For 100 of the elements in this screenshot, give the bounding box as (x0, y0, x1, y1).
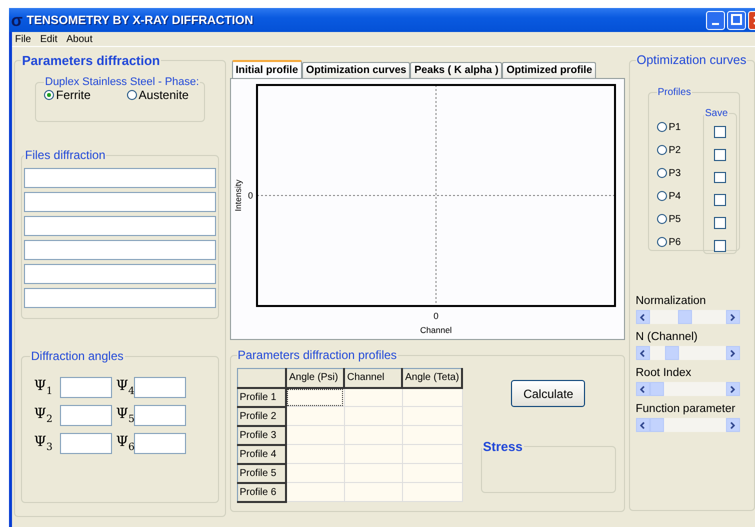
tab[interactable]: Optimization curves (302, 62, 410, 78)
table-cell[interactable] (286, 426, 344, 444)
slider-label: N (Channel) (636, 331, 699, 343)
file-path-field[interactable] (24, 216, 216, 236)
table-cell[interactable] (402, 426, 462, 444)
minimize-icon (712, 22, 719, 24)
table-cell[interactable] (344, 482, 402, 502)
maximize-icon (731, 14, 742, 24)
axis-tick-label: 0 (433, 311, 438, 321)
radio-button[interactable]: P6 (656, 235, 681, 249)
table-cell[interactable] (286, 444, 344, 464)
tab[interactable]: Peaks ( K alpha ) (410, 62, 502, 78)
file-path-field[interactable] (24, 288, 216, 308)
angle-field[interactable] (60, 433, 112, 454)
group-title: Duplex Stainless Steel - Phase: (44, 76, 200, 88)
angle-label: Ψ$_{5}$ (115, 406, 134, 425)
scroll-right-button[interactable] (726, 382, 740, 396)
angle-label: Ψ$_{4}$ (115, 378, 134, 397)
radio-button[interactable]: P1 (656, 120, 681, 134)
window-title: TENSOMETRY BY X-RAY DIFFRACTION (26, 13, 254, 27)
column-header: Channel (344, 368, 402, 388)
menu-item[interactable]: About (66, 34, 92, 44)
table-cell[interactable] (344, 464, 402, 482)
table-corner (237, 368, 286, 388)
slider-thumb[interactable] (650, 418, 664, 432)
table-cell[interactable] (286, 406, 344, 426)
angle-label: Ψ$_{1}$ (33, 378, 54, 397)
angle-label: Ψ$_{6}$ (115, 434, 134, 453)
radio-button[interactable]: P2 (656, 143, 681, 157)
axis-tick-label: 0 (248, 190, 253, 200)
file-path-field[interactable] (24, 192, 216, 212)
radio-button[interactable]: Ferrite (44, 88, 91, 102)
radio-button[interactable]: P4 (656, 189, 681, 203)
table-cell[interactable] (402, 464, 462, 482)
column-header: Angle (Teta) (402, 368, 462, 388)
scroll-right-button[interactable] (726, 418, 740, 432)
y-axis-label: Intensity (232, 180, 243, 212)
checkbox[interactable] (714, 126, 726, 138)
table-cell[interactable] (344, 426, 402, 444)
column-header: Angle (Psi) (286, 368, 344, 388)
group-title: Diffraction angles (30, 349, 124, 363)
chevron-right-icon (730, 314, 736, 320)
minimize-button[interactable] (706, 10, 725, 30)
table-cell[interactable] (286, 464, 344, 482)
checkbox[interactable] (714, 194, 726, 206)
chevron-right-icon (730, 386, 736, 392)
menu-item[interactable]: File (15, 34, 32, 44)
tab[interactable]: Optimized profile (502, 62, 596, 78)
chevron-right-icon (730, 422, 736, 428)
checkbox[interactable] (714, 240, 726, 252)
slider-thumb[interactable] (678, 310, 692, 324)
angle-label: Ψ$_{2}$ (33, 406, 54, 425)
radio-button[interactable]: Austenite (126, 88, 189, 102)
table-cell[interactable] (402, 406, 462, 426)
group-title: Stress (482, 439, 524, 454)
group-title: Profiles (656, 87, 692, 98)
group-title: Optimization curves (636, 53, 748, 67)
calculate-button[interactable]: Calculate (511, 380, 586, 407)
maximize-button[interactable] (727, 10, 746, 30)
file-path-field[interactable] (24, 168, 216, 188)
group-title: Parameters diffraction (21, 53, 161, 68)
table-cell[interactable] (402, 482, 462, 502)
checkbox[interactable] (714, 172, 726, 184)
scroll-left-button[interactable] (636, 382, 650, 396)
scroll-left-button[interactable] (636, 346, 650, 360)
table-cell[interactable] (286, 482, 344, 502)
chevron-left-icon (640, 314, 646, 320)
angle-field[interactable] (60, 405, 112, 426)
slider-label: Normalization (636, 295, 707, 307)
table-cell[interactable] (344, 406, 402, 426)
radio-button[interactable]: P3 (656, 166, 681, 180)
group-title: Parameters diffraction profiles (236, 348, 398, 362)
menu-item[interactable]: Edit (40, 34, 58, 44)
checkbox[interactable] (714, 217, 726, 230)
angle-field[interactable] (134, 405, 186, 426)
file-path-field[interactable] (24, 264, 216, 284)
chevron-right-icon (730, 350, 736, 356)
scroll-left-button[interactable] (636, 310, 650, 324)
tab[interactable]: Initial profile (232, 60, 302, 78)
angle-field[interactable] (60, 377, 112, 398)
chevron-left-icon (640, 422, 646, 428)
file-path-field[interactable] (24, 240, 216, 260)
table-cell[interactable] (344, 444, 402, 464)
table-cell[interactable] (402, 444, 462, 464)
scroll-right-button[interactable] (726, 310, 740, 324)
slider-thumb[interactable] (665, 346, 680, 360)
group-title: Save (704, 108, 729, 119)
app-icon: σ (11, 12, 23, 28)
slider-label: Root Index (636, 367, 692, 379)
angle-field[interactable] (134, 433, 186, 454)
slider-label: Function parameter (636, 403, 736, 415)
chevron-left-icon (640, 386, 646, 392)
angle-field[interactable] (134, 377, 186, 398)
chevron-left-icon (640, 350, 646, 356)
slider-thumb[interactable] (650, 382, 664, 396)
angle-label: Ψ$_{3}$ (33, 434, 54, 453)
scroll-left-button[interactable] (636, 418, 650, 432)
radio-button[interactable]: P5 (656, 212, 681, 226)
scroll-right-button[interactable] (726, 346, 740, 360)
checkbox[interactable] (714, 148, 726, 161)
